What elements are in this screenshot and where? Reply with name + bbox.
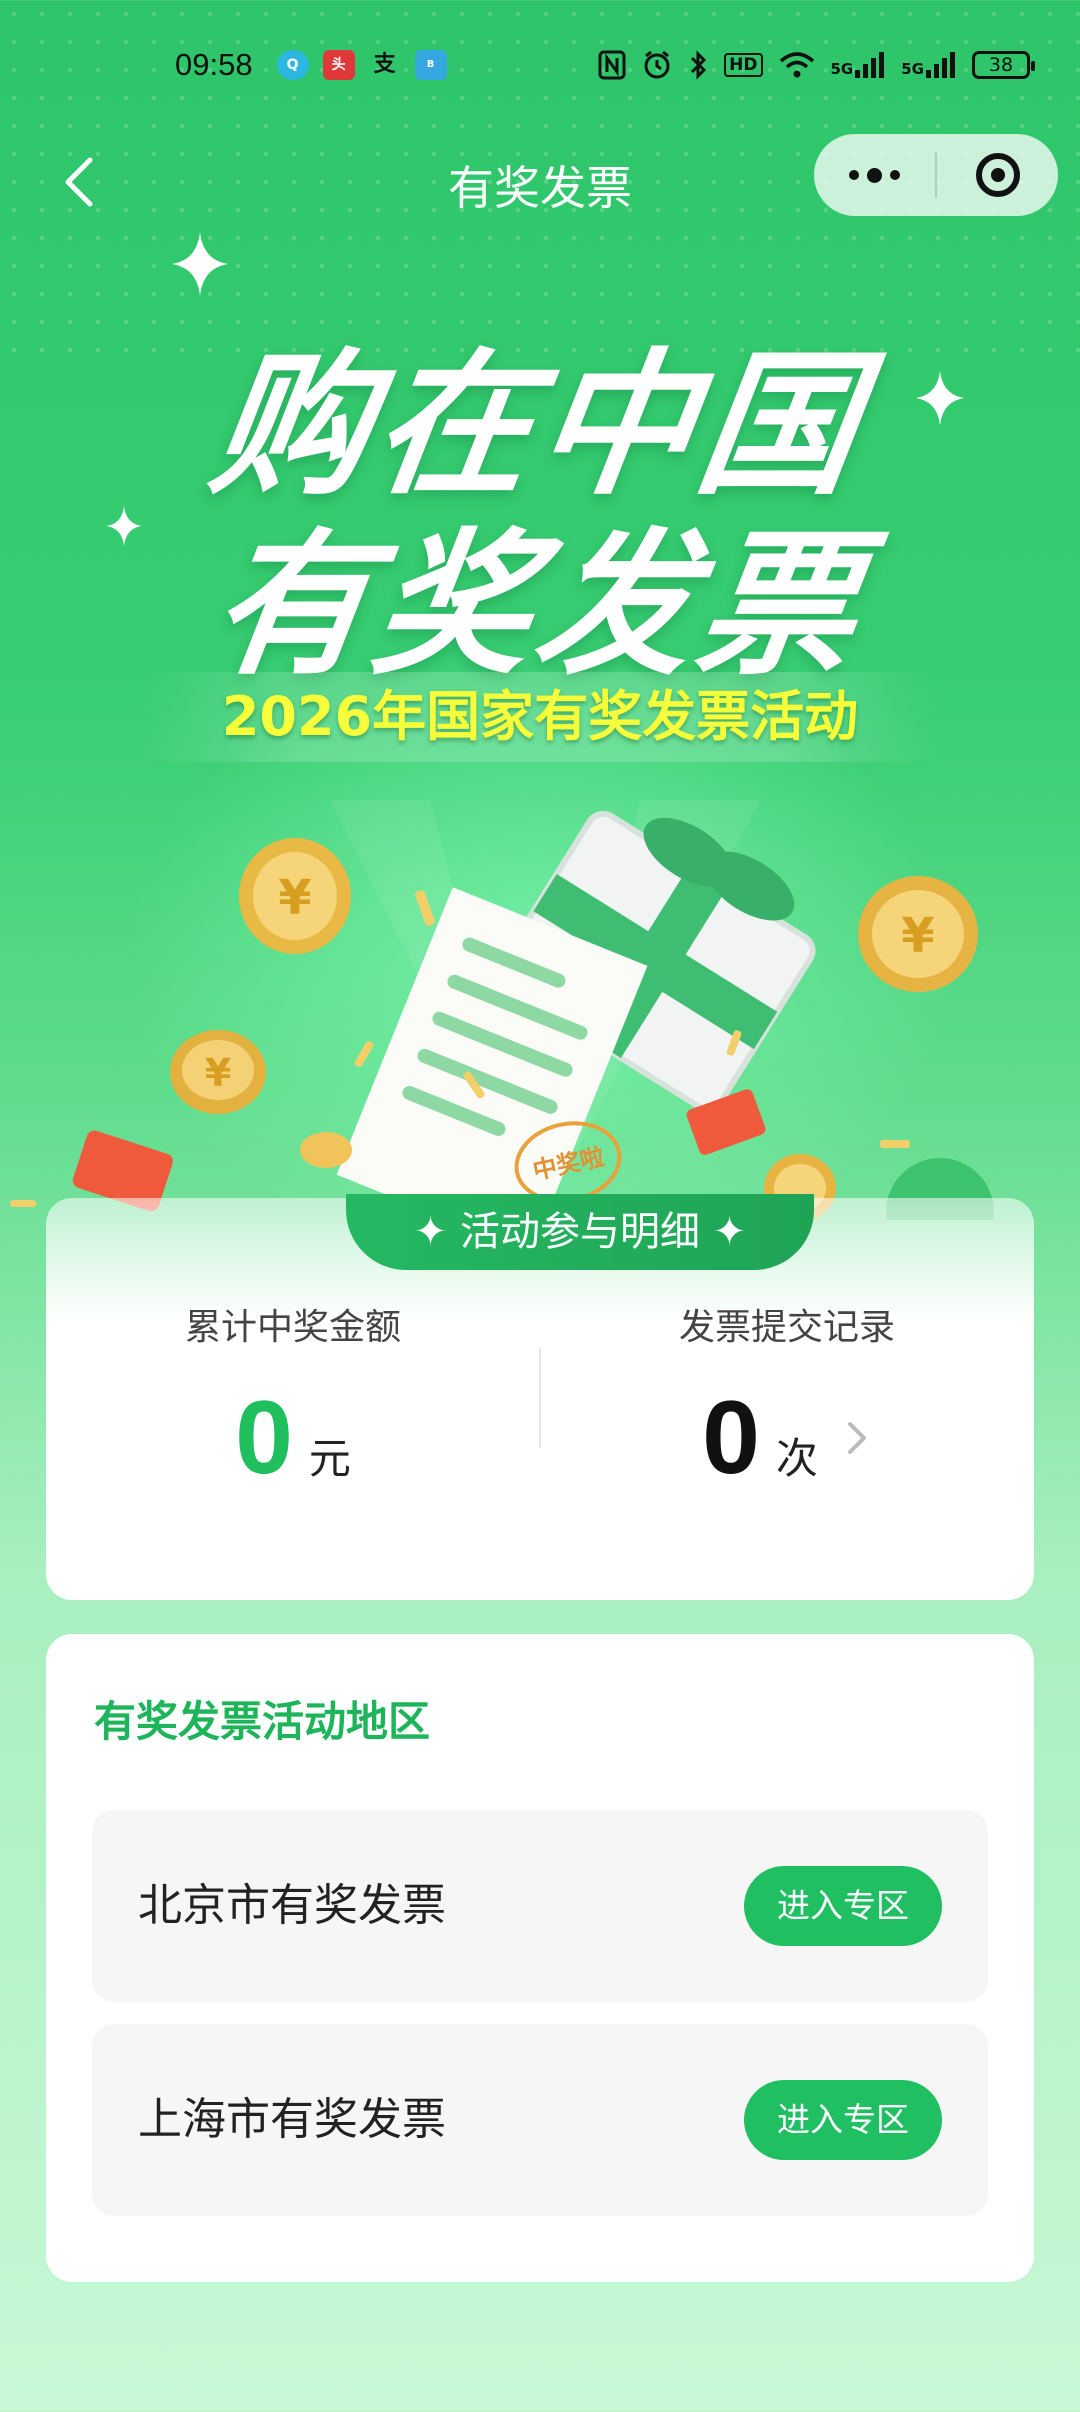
total-winnings-value: 0 [235, 1380, 293, 1496]
region-item-beijing: 北京市有奖发票 进入专区 [92, 1810, 988, 2002]
more-dots-icon [867, 167, 882, 183]
activity-regions-card: 有奖发票活动地区 北京市有奖发票 进入专区 上海市有奖发票 进入专区 [46, 1634, 1034, 2282]
svg-text:¥: ¥ [278, 870, 311, 926]
signal-icon: 5G [831, 52, 886, 78]
gold-coin-icon: ¥ [170, 1030, 266, 1114]
status-bar: 09:58 Q 头 支 B HD 5G 5G 38 [0, 0, 1080, 130]
hd-icon: HD [724, 53, 763, 77]
regions-title: 有奖发票活动地区 [94, 1697, 431, 1746]
mini-program-capsule [814, 134, 1058, 216]
close-mini-program-button[interactable] [937, 134, 1058, 216]
region-item-shanghai: 上海市有奖发票 进入专区 [92, 2024, 988, 2216]
signal-icon: 5G [901, 52, 956, 78]
region-name: 上海市有奖发票 [138, 2094, 446, 2145]
svg-text:¥: ¥ [205, 1051, 231, 1095]
toutiao-icon: 头 [322, 50, 355, 80]
battery-icon: 38 [972, 51, 1035, 79]
more-dots-icon [890, 170, 900, 180]
bluetooth-icon [691, 50, 707, 80]
invoice-records-unit: 次 [775, 1434, 818, 1483]
region-name: 北京市有奖发票 [138, 1880, 446, 1931]
gold-coin-icon [300, 1132, 352, 1168]
target-close-icon [975, 153, 1020, 197]
total-winnings-stat: 累计中奖金额 0 元 [46, 1298, 540, 1490]
alarm-icon [644, 50, 670, 79]
gold-coin-icon: ¥ [239, 838, 351, 954]
stats-tab-label: 活动参与明细 [460, 1209, 700, 1255]
chevron-right-icon [847, 1422, 866, 1454]
enter-zone-button[interactable]: 进入专区 [744, 1866, 942, 1946]
invoice-records-stat[interactable]: 发票提交记录 0 次 [540, 1298, 1034, 1490]
qq-browser-icon: Q [276, 50, 309, 80]
network-type-label: 5G [830, 60, 854, 78]
status-time: 09:58 [175, 47, 253, 82]
sparkle-icon: ✦ [700, 1209, 747, 1255]
total-winnings-label: 累计中奖金额 [184, 1307, 401, 1348]
network-type-label: 5G [901, 60, 924, 78]
nfc-icon [598, 50, 626, 80]
more-dots-icon [849, 170, 859, 180]
sparkle-icon [172, 232, 228, 296]
nav-bar: 有奖发票 [0, 130, 1080, 234]
enter-zone-button[interactable]: 进入专区 [744, 2080, 942, 2160]
gift-illustration: 中奖啦 ¥ ¥ ¥ [10, 800, 994, 1220]
hero-subtitle: 2026年国家有奖发票活动 [140, 672, 940, 762]
notification-icons: Q 头 支 B [276, 50, 447, 80]
participation-stats-card: ✦ 活动参与明细 ✦ 累计中奖金额 0 元 发票提交记录 0 次 [46, 1194, 1034, 1600]
status-right-icons: HD 5G 5G 38 [598, 50, 1035, 80]
alipay-icon: 支 [373, 52, 396, 77]
hero-title-line2: 有奖发票 [201, 514, 875, 696]
sparkle-icon: ✦ [413, 1209, 460, 1255]
invoice-records-label: 发票提交记录 [678, 1307, 895, 1348]
stats-card-tab: ✦ 活动参与明细 ✦ [346, 1194, 814, 1270]
svg-text:¥: ¥ [901, 908, 934, 964]
wifi-icon [779, 52, 814, 78]
boss-icon: B [414, 50, 447, 80]
invoice-records-value: 0 [702, 1380, 760, 1496]
more-menu-button[interactable] [814, 134, 935, 216]
gold-coin-icon: ¥ [858, 876, 978, 992]
total-winnings-unit: 元 [308, 1434, 351, 1483]
